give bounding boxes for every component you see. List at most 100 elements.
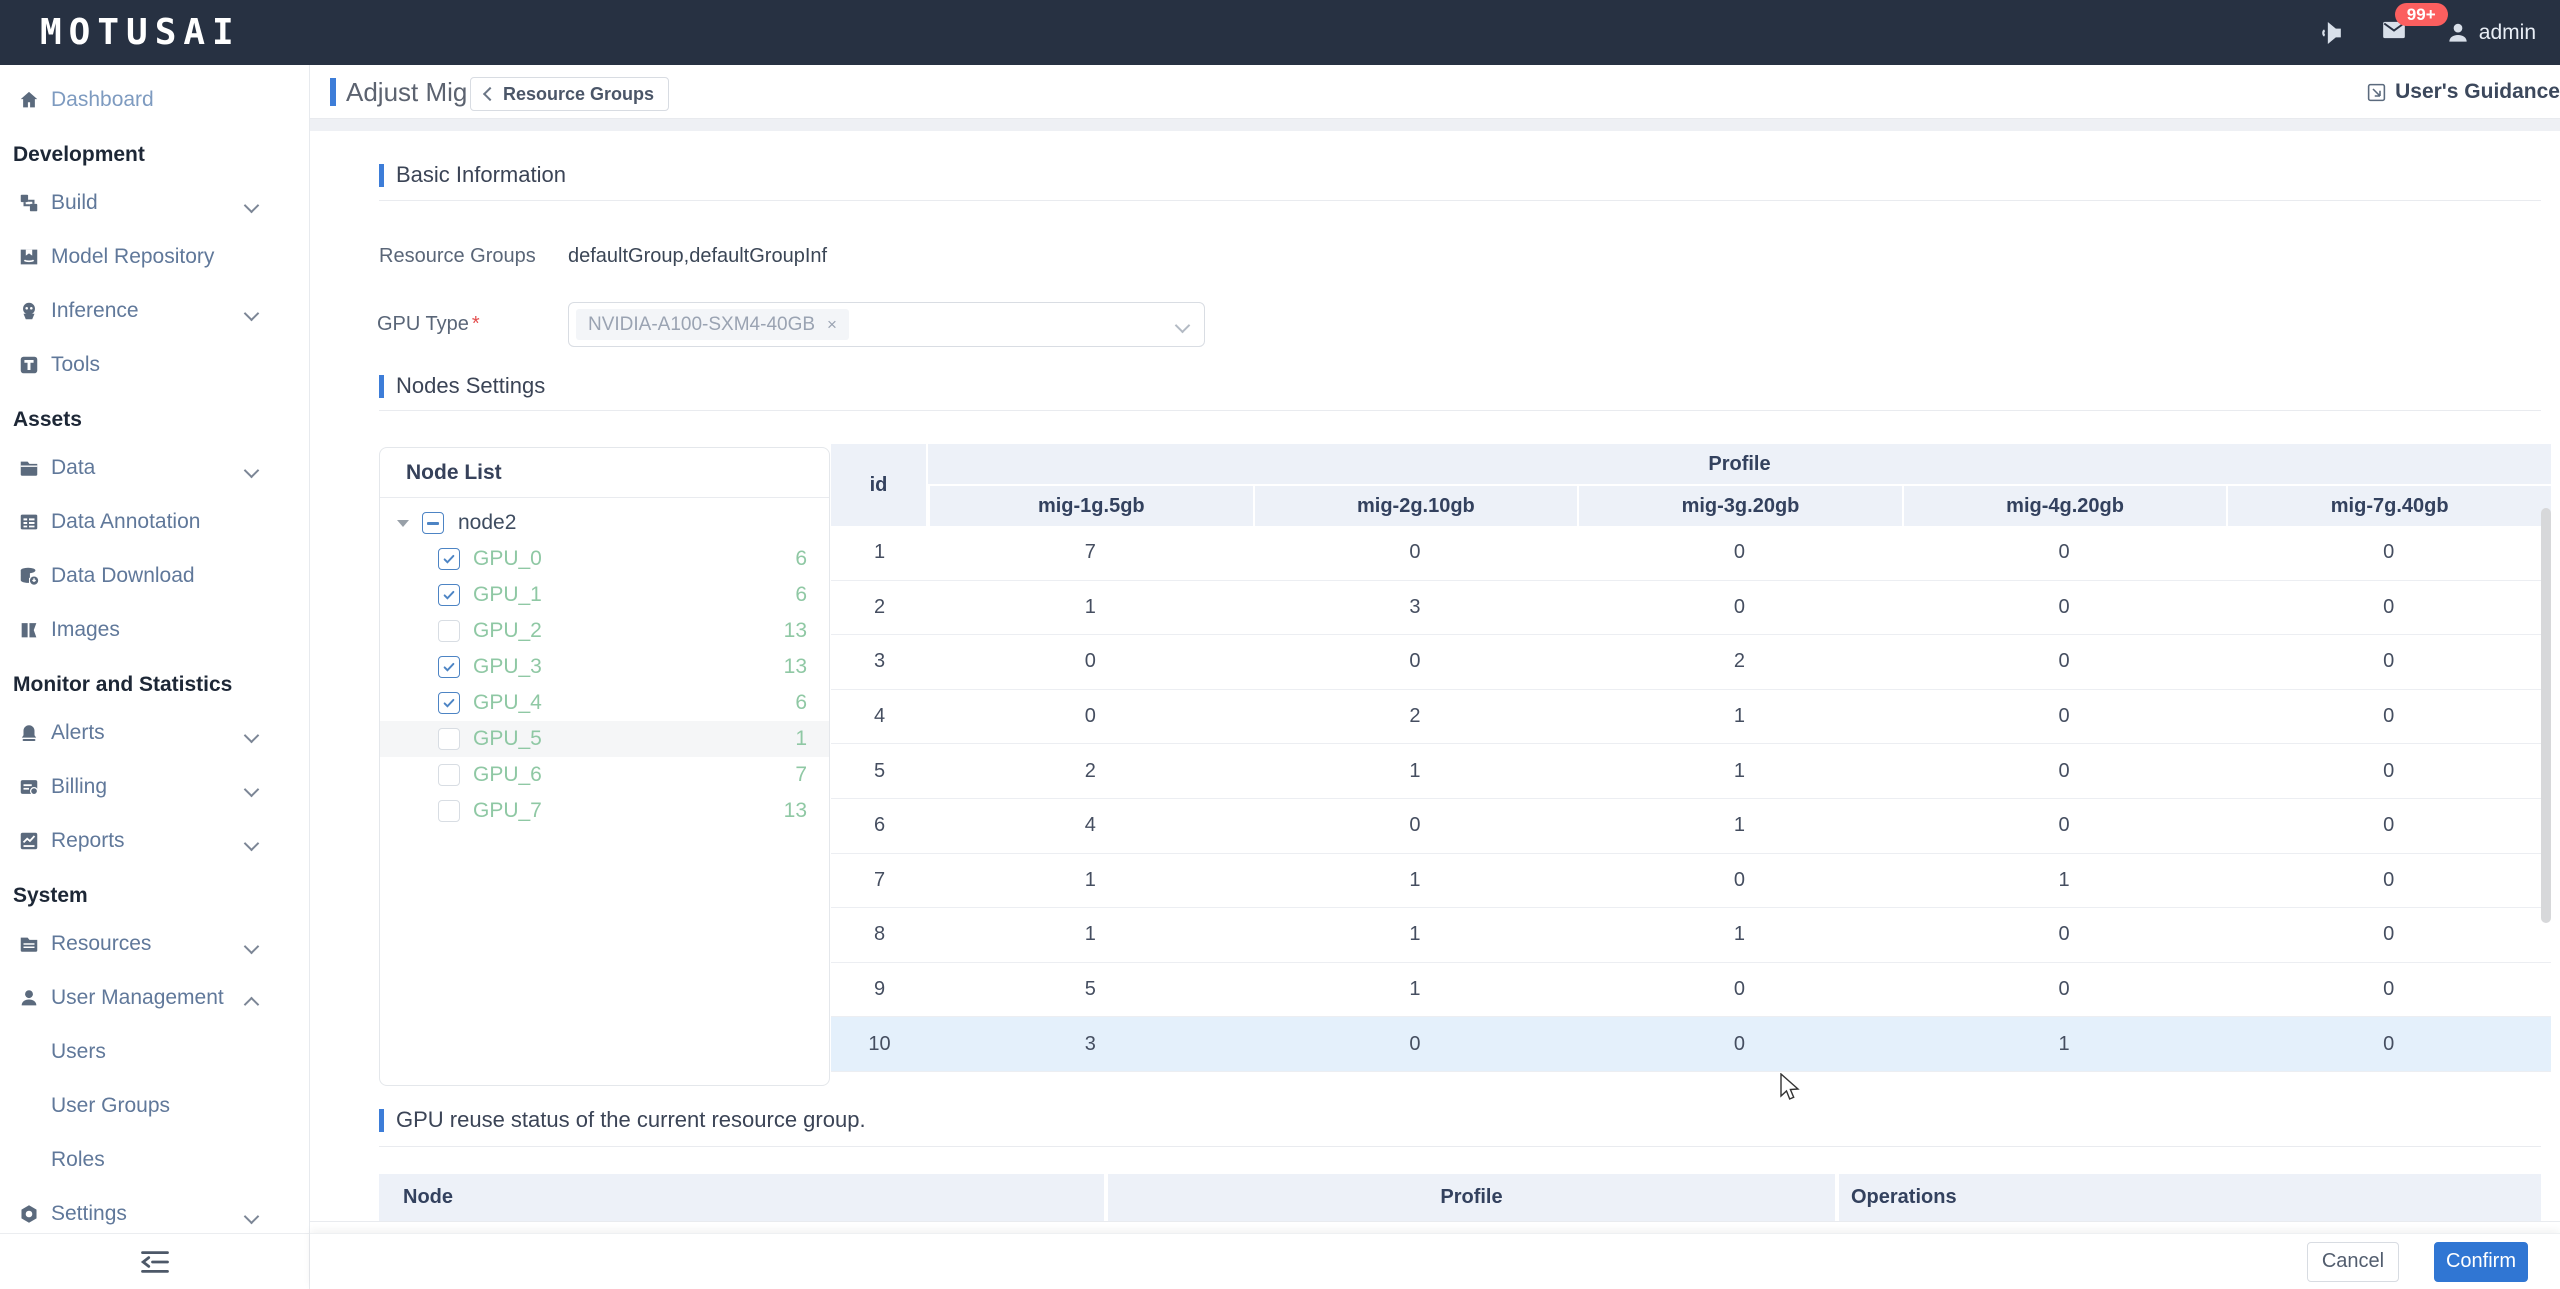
gpu-checkbox[interactable] xyxy=(438,620,460,642)
mig-table-row[interactable]: 10 3 0 0 1 0 xyxy=(831,1017,2551,1072)
sidebar-collapse-button[interactable] xyxy=(0,1233,309,1289)
mig-table-row[interactable]: 2 1 3 0 0 0 xyxy=(831,581,2551,636)
sidebar-section-system: System xyxy=(13,884,88,907)
mig-table-row[interactable]: 7 1 1 0 1 0 xyxy=(831,854,2551,909)
table-scrollbar-thumb[interactable] xyxy=(2541,508,2551,923)
sidebar-item-model-repository[interactable]: Model Repository xyxy=(0,230,309,284)
gpu-type-select[interactable]: NVIDIA-A100-SXM4-40GB × xyxy=(568,302,1205,347)
sidebar-item-label: Users xyxy=(51,1040,106,1063)
sidebar-item-billing[interactable]: Billing xyxy=(0,760,309,814)
gpu-tree-row[interactable]: GPU_7 13 xyxy=(380,793,829,829)
parent-node-label: node2 xyxy=(458,511,517,534)
mig-1g5gb-cell: 1 xyxy=(1084,595,1096,618)
sidebar-item-tools[interactable]: Tools xyxy=(0,338,309,392)
mig-7g40gb-cell: 0 xyxy=(2383,923,2395,946)
section-title-text: GPU reuse status of the current resource… xyxy=(396,1107,866,1132)
sidebar-item-resources[interactable]: Resources xyxy=(0,917,309,971)
users-guidance-link[interactable]: User's Guidance xyxy=(2366,80,2560,104)
gpu-tree-row[interactable]: GPU_6 7 xyxy=(380,757,829,793)
sidebar: Dashboard Development Build Model Reposi… xyxy=(0,65,310,1289)
billing-icon xyxy=(20,780,39,796)
mig-2g10gb-cell: 1 xyxy=(1409,978,1421,1001)
gpu-tree-row[interactable]: GPU_1 6 xyxy=(380,577,829,613)
sidebar-item-label: Data Download xyxy=(51,564,195,587)
header-content-gap xyxy=(310,119,2560,131)
mig-4g20gb-cell: 1 xyxy=(2058,868,2070,891)
gpu-tree-row[interactable]: GPU_5 1 xyxy=(380,721,829,757)
gpu-label: GPU_0 xyxy=(473,547,542,570)
mig-table-row[interactable]: 9 5 1 0 0 0 xyxy=(831,963,2551,1018)
sidebar-item-label: Dashboard xyxy=(51,88,154,111)
mig-table-row[interactable]: 6 4 0 1 0 0 xyxy=(831,799,2551,854)
confirm-button[interactable]: Confirm xyxy=(2434,1241,2528,1282)
gpu-count: 13 xyxy=(783,619,807,642)
gpu-checkbox[interactable] xyxy=(438,656,460,678)
cancel-button[interactable]: Cancel xyxy=(2307,1241,2399,1282)
sidebar-item-data-download[interactable]: Data Download xyxy=(0,549,309,603)
back-button-label: Resource Groups xyxy=(503,83,655,104)
mig-3g20gb-cell: 0 xyxy=(1733,1032,1746,1055)
sidebar-item-build[interactable]: Build xyxy=(0,176,309,230)
mig-1g5gb-cell: 3 xyxy=(1084,1032,1096,1055)
sidebar-item-user-groups[interactable]: User Groups xyxy=(0,1079,309,1133)
mig-2g10gb-cell: 0 xyxy=(1409,814,1421,837)
mig-table-row[interactable]: 1 7 0 0 0 0 xyxy=(831,526,2551,581)
mig-3g20gb-cell: 0 xyxy=(1733,541,1746,564)
gpu-checkbox[interactable] xyxy=(438,800,460,822)
mig-table-row[interactable]: 4 0 2 1 0 0 xyxy=(831,690,2551,745)
menu-fold-icon xyxy=(140,1250,169,1273)
announcement-icon[interactable] xyxy=(2317,20,2343,46)
sidebar-item-data[interactable]: Data xyxy=(0,441,309,495)
mig-table-row[interactable]: 8 1 1 1 0 0 xyxy=(831,908,2551,963)
sidebar-item-inference[interactable]: Inference xyxy=(0,284,309,338)
tag-remove-icon[interactable]: × xyxy=(827,315,837,335)
data-download-icon xyxy=(20,567,39,585)
gpu-tree-row[interactable]: GPU_4 6 xyxy=(380,685,829,721)
profile-column-header: mig-3g.20gb xyxy=(1577,486,1902,526)
gpu-tree-row[interactable]: GPU_0 6 xyxy=(380,541,829,577)
sidebar-item-alerts[interactable]: Alerts xyxy=(0,706,309,760)
sidebar-item-user-management[interactable]: User Management xyxy=(0,971,309,1025)
sidebar-item-reports[interactable]: Reports xyxy=(0,814,309,868)
sidebar-item-label: Billing xyxy=(51,775,108,798)
mig-table-row[interactable]: 5 2 1 1 0 0 xyxy=(831,744,2551,799)
profile-group-header: Profile xyxy=(928,444,2551,486)
back-to-resource-groups-button[interactable]: Resource Groups xyxy=(470,77,670,111)
gpu-count: 13 xyxy=(783,655,807,678)
section-accent-bar xyxy=(379,1108,384,1132)
sidebar-item-label: User Management xyxy=(51,986,224,1009)
mig-4g20gb-cell: 0 xyxy=(2058,541,2070,564)
tree-node-parent[interactable]: node2 xyxy=(380,505,829,541)
resource-groups-value: defaultGroup,defaultGroupInf xyxy=(568,245,828,267)
title-accent-bar xyxy=(330,78,336,106)
gpu-checkbox[interactable] xyxy=(438,548,460,570)
mig-table-row[interactable]: 3 0 0 2 0 0 xyxy=(831,635,2551,690)
sidebar-item-users[interactable]: Users xyxy=(0,1025,309,1079)
node-list-panel: Node List node2 GPU_0 6 GPU_1 6 GPU_2 13… xyxy=(379,447,830,1086)
check-icon xyxy=(443,698,455,708)
gpu-tree-row[interactable]: GPU_3 13 xyxy=(380,649,829,685)
gpu-checkbox[interactable] xyxy=(438,692,460,714)
parent-checkbox-indeterminate[interactable] xyxy=(422,512,444,534)
user-menu[interactable]: admin xyxy=(2445,20,2536,46)
chevron-down-icon xyxy=(243,197,260,214)
gpu-tree-row[interactable]: GPU_2 13 xyxy=(380,613,829,649)
mig-3g20gb-cell: 0 xyxy=(1733,868,1746,891)
gpu-list: GPU_0 6 GPU_1 6 GPU_2 13 GPU_3 13 GPU_4 … xyxy=(380,541,829,829)
sidebar-item-dashboard[interactable]: Dashboard xyxy=(0,73,309,127)
gpu-checkbox[interactable] xyxy=(438,764,460,786)
sidebar-item-images[interactable]: Images xyxy=(0,603,309,657)
row-id-cell: 9 xyxy=(873,978,886,1001)
node-list-header: Node List xyxy=(380,448,829,498)
gpu-checkbox[interactable] xyxy=(438,584,460,606)
messages-button[interactable]: 99+ xyxy=(2381,3,2448,48)
divider xyxy=(379,200,2541,201)
chevron-down-icon xyxy=(243,938,260,955)
gpu-label: GPU_3 xyxy=(473,655,542,678)
sidebar-item-data-annotation[interactable]: Data Annotation xyxy=(0,495,309,549)
sidebar-item-roles[interactable]: Roles xyxy=(0,1133,309,1187)
caret-down-icon[interactable] xyxy=(397,519,409,527)
gpu-checkbox[interactable] xyxy=(438,728,460,750)
mouse-cursor xyxy=(1780,1073,1800,1100)
folder-icon xyxy=(20,461,38,476)
